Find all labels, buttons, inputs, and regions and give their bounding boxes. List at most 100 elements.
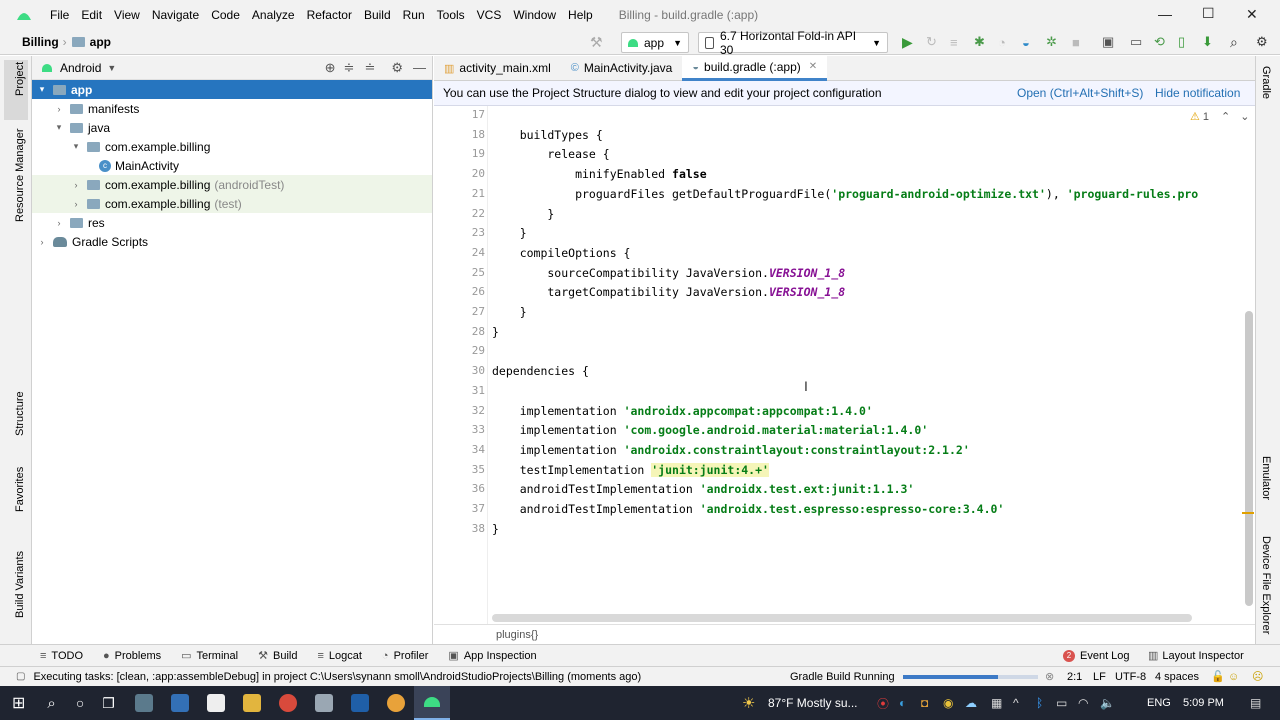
file-encoding[interactable]: UTF-8 (1115, 671, 1146, 683)
tree-node[interactable]: › com.example.billing (androidTest) (32, 175, 432, 194)
device-manager-icon[interactable]: ▭ (1130, 34, 1142, 50)
photoshop-taskbar-icon[interactable] (350, 694, 369, 712)
close-window-button[interactable]: ✕ (1246, 6, 1258, 23)
notification-center-icon[interactable]: ▤ (1250, 696, 1261, 710)
tool-resource-manager[interactable]: Resource Manager (14, 128, 26, 222)
code-line[interactable]: } (492, 325, 499, 339)
task-view-icon[interactable]: ❐ (102, 695, 115, 712)
document-taskbar-icon[interactable] (206, 694, 225, 712)
attach-debugger-icon[interactable]: ◒ (1022, 35, 1030, 50)
sdk-manager-icon[interactable]: ⬇ (1202, 34, 1213, 50)
hide-notification-link[interactable]: Hide notification (1155, 86, 1240, 100)
tool-favorites[interactable]: Favorites (14, 467, 26, 512)
folder-taskbar-icon[interactable] (242, 694, 261, 712)
volume-icon[interactable]: 🔈 (1100, 696, 1115, 710)
tool-logcat[interactable]: ≡ Logcat (317, 650, 361, 662)
tool-todo[interactable]: ≡ TODO (40, 650, 83, 662)
lock-icon[interactable]: 🔓 (1211, 670, 1225, 683)
menu-file[interactable]: File (44, 8, 75, 22)
code-line[interactable]: testImplementation 'junit:junit:4.+' (492, 462, 769, 477)
menu-vcs[interactable]: VCS (471, 8, 508, 22)
code-line[interactable]: targetCompatibility JavaVersion.VERSION_… (492, 285, 845, 299)
code-line[interactable]: } (492, 522, 499, 536)
code-line[interactable]: buildTypes { (492, 128, 603, 142)
code-line[interactable]: } (492, 226, 527, 240)
inspection-widget[interactable]: ⚠ 1 ⌃ ⌄ (1190, 110, 1249, 124)
tool-build-variants[interactable]: Build Variants (14, 551, 26, 618)
event-log-button[interactable]: 2 Event Log (1063, 649, 1130, 662)
project-view-selector[interactable]: Android (60, 61, 101, 75)
tool-problems[interactable]: ● Problems (103, 650, 161, 662)
code-line[interactable]: proguardFiles getDefaultProguardFile('pr… (492, 187, 1198, 201)
tree-node[interactable]: ▾ com.example.billing (32, 137, 432, 156)
caret-position[interactable]: 2:1 (1067, 671, 1082, 683)
chevron-down-icon[interactable]: ▼ (107, 63, 116, 73)
profile-icon[interactable]: ◔ (998, 35, 1006, 50)
cancel-task-icon[interactable]: ⊗ (1045, 670, 1054, 683)
next-highlight-icon[interactable]: ⌄ (1240, 110, 1249, 123)
stop-icon[interactable]: ■ (1072, 35, 1080, 50)
wifi-icon[interactable]: ◠ (1078, 696, 1088, 710)
chevron-right-icon[interactable]: › (70, 199, 82, 209)
weather-icon[interactable]: ☀ (742, 694, 755, 712)
cortana-icon[interactable]: ○ (76, 695, 84, 711)
chevron-right-icon[interactable]: › (36, 237, 48, 247)
tree-node[interactable]: › manifests (32, 99, 432, 118)
search-icon[interactable]: ⌕ (47, 695, 55, 712)
menu-run[interactable]: Run (397, 8, 431, 22)
tool-emulator[interactable]: Emulator (1260, 456, 1272, 500)
windows-start-icon[interactable]: ⊞ (12, 693, 25, 713)
tool-project[interactable]: Project (14, 62, 26, 96)
menu-edit[interactable]: Edit (75, 8, 108, 22)
line-separator[interactable]: LF (1093, 671, 1106, 683)
menu-view[interactable]: View (108, 8, 146, 22)
horizontal-scrollbar[interactable] (492, 614, 1192, 622)
chevron-down-icon[interactable]: ▾ (70, 141, 82, 152)
feedback-face-icon[interactable]: ☹ (1252, 670, 1263, 683)
code-line[interactable]: minifyEnabled false (492, 167, 707, 181)
avd-manager-icon[interactable]: ▯ (1178, 34, 1185, 50)
code-editor[interactable]: 17 18 19 20 21 22 23 24 25 26 27 28 29 30 31 32 33 34 35 36… (434, 106, 1255, 624)
chrome-canary-taskbar-icon[interactable] (386, 694, 405, 712)
warning-stripe-marker[interactable] (1242, 512, 1254, 514)
hide-panel-icon[interactable]: — (413, 60, 426, 75)
code-line[interactable]: androidTestImplementation 'androidx.test… (492, 482, 915, 496)
menu-window[interactable]: Window (507, 8, 562, 22)
apply-changes-icon[interactable]: ↻ (926, 34, 937, 50)
tab-mainactivity-java[interactable]: © MainActivity.java (561, 56, 683, 81)
battery-icon[interactable]: ▭ (1056, 696, 1067, 710)
tool-structure[interactable]: Structure (14, 391, 26, 436)
tool-app-inspection[interactable]: ▣ App Inspection (448, 649, 536, 663)
file-explorer-taskbar-icon[interactable] (134, 694, 153, 712)
previous-highlight-icon[interactable]: ⌃ (1221, 110, 1230, 123)
cloud-tray-icon[interactable]: ☁ (965, 696, 977, 710)
code-line[interactable]: compileOptions { (492, 246, 631, 260)
tool-gradle[interactable]: Gradle (1260, 66, 1272, 99)
chevron-right-icon[interactable]: › (70, 180, 82, 190)
background-task-label[interactable]: Gradle Build Running (790, 671, 895, 683)
search-icon[interactable]: ⌕ (1230, 34, 1238, 51)
collapse-all-icon[interactable]: ≐ (364, 60, 375, 76)
menu-tools[interactable]: Tools (431, 8, 471, 22)
tool-device-file-explorer[interactable]: Device File Explorer (1260, 536, 1272, 634)
expand-all-icon[interactable]: ≑ (344, 60, 355, 76)
open-project-structure-link[interactable]: Open (Ctrl+Alt+Shift+S) (1017, 86, 1143, 100)
gear-icon[interactable]: ⚙ (391, 60, 403, 76)
apply-code-changes-icon[interactable]: ≡ (950, 35, 958, 50)
debug-icon[interactable]: ✱ (974, 34, 985, 50)
settings-icon[interactable]: ⚙ (1256, 34, 1268, 50)
tree-node[interactable]: › res (32, 213, 432, 232)
menu-navigate[interactable]: Navigate (146, 8, 205, 22)
tab-build-gradle-app[interactable]: ◒ build.gradle (:app) ✕ (682, 55, 828, 81)
tool-terminal[interactable]: ▭ Terminal (181, 649, 238, 663)
chevron-down-icon[interactable]: ▾ (53, 122, 65, 133)
run-icon[interactable]: ▶ (902, 34, 913, 51)
code-line[interactable]: dependencies { (492, 364, 589, 378)
chevron-up-icon[interactable]: ^ (1013, 696, 1019, 710)
menu-help[interactable]: Help (562, 8, 599, 22)
layout-inspector-button[interactable]: ▥ Layout Inspector (1148, 649, 1244, 663)
menu-analyze[interactable]: Analyze (246, 8, 301, 22)
tool-build[interactable]: ⚒ Build (258, 649, 297, 663)
tree-node[interactable]: ▾ app (32, 80, 432, 99)
close-tab-icon[interactable]: ✕ (809, 61, 817, 72)
